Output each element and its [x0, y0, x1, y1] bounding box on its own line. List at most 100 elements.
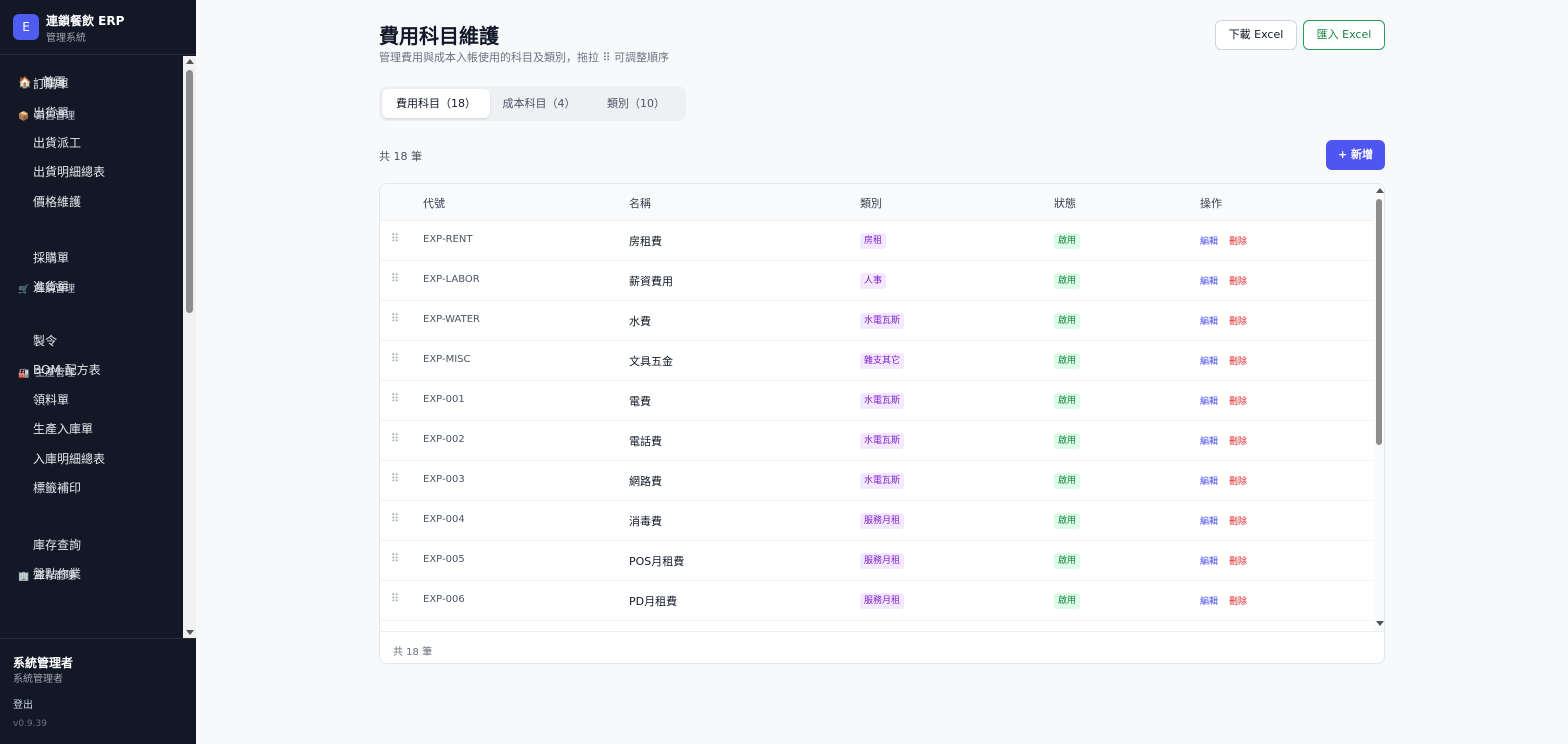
drag-handle-icon[interactable]: ⠿ [391, 352, 399, 365]
table-body: ⠿ EXP-RENT 房租費 房租 啟用 編輯 刪除 ⠿ EXP-LABOR 薪資費用 人事 啟用 編輯… [380, 221, 1374, 631]
sidebar-item[interactable]: 生產入庫單 [33, 420, 93, 437]
sidebar-item[interactable]: 盤點作業 [33, 565, 81, 582]
status-badge: 啟用 [1054, 433, 1081, 449]
table-row[interactable]: ⠿ EXP-WATER 水費 水電瓦斯 啟用 編輯 刪除 [380, 301, 1374, 341]
table-scrollbar[interactable] [1374, 184, 1384, 631]
scroll-up-arrow-icon[interactable] [186, 59, 194, 64]
edit-link[interactable]: 編輯 [1200, 434, 1218, 447]
sidebar-item[interactable]: 入庫明細總表 [33, 450, 105, 467]
edit-link[interactable]: 編輯 [1200, 314, 1218, 327]
table-row[interactable]: ⠿ EXP-MISC 文具五金 雜支其它 啟用 編輯 刪除 [380, 341, 1374, 381]
table-scroll-thumb[interactable] [1376, 199, 1382, 445]
delete-link[interactable]: 刪除 [1229, 354, 1247, 367]
status-badge: 啟用 [1054, 273, 1081, 289]
row-code: EXP-WATER [423, 314, 480, 325]
status-badge: 啟用 [1054, 473, 1081, 489]
sidebar-item[interactable]: 出貨派工 [33, 134, 81, 151]
sidebar: E 連鎖餐飲 ERP 管理系統 🏠 首頁 📦 銷售管理 訂購單 出貨單 出貨派工 出貨明細總… [0, 0, 196, 744]
status-badge: 啟用 [1054, 513, 1081, 529]
sidebar-item[interactable]: 價格維護 [33, 193, 81, 210]
drag-handle-icon[interactable]: ⠿ [391, 392, 399, 405]
sidebar-item[interactable]: 採購單 [33, 249, 69, 266]
row-name: 電話費 [629, 435, 662, 448]
delete-link[interactable]: 刪除 [1229, 474, 1247, 487]
category-badge: 水電瓦斯 [860, 433, 905, 449]
drag-handle-icon[interactable]: ⠿ [391, 232, 399, 245]
download-excel-button[interactable]: 下載 Excel [1215, 20, 1297, 50]
sidebar-item[interactable]: 標籤補印 [33, 479, 81, 496]
category-badge: 房租 [860, 233, 887, 249]
tab-bar: 費用科目（18） 成本科目（4） 類別（10） [379, 86, 686, 121]
sidebar-item[interactable]: 訂購單 [33, 75, 69, 92]
drag-handle-icon[interactable]: ⠿ [391, 312, 399, 325]
category-badge: 雜支其它 [860, 353, 905, 369]
table-row[interactable]: ⠿ EXP-003 網路費 水電瓦斯 啟用 編輯 刪除 [380, 461, 1374, 501]
edit-link[interactable]: 編輯 [1200, 274, 1218, 287]
drag-handle-icon[interactable]: ⠿ [391, 512, 399, 525]
delete-link[interactable]: 刪除 [1229, 314, 1247, 327]
edit-link[interactable]: 編輯 [1200, 554, 1218, 567]
sidebar-item[interactable]: BOM 配方表 [33, 361, 101, 378]
column-header-category[interactable]: 類別 [860, 195, 882, 211]
table-row[interactable]: ⠿ EXP-005 POS月租費 服務月租 啟用 編輯 刪除 [380, 541, 1374, 581]
table-row[interactable]: ⠿ EXP-006 PD月租費 服務月租 啟用 編輯 刪除 [380, 581, 1374, 621]
table-row[interactable]: ⠿ EXP-002 電話費 水電瓦斯 啟用 編輯 刪除 [380, 421, 1374, 461]
row-code: EXP-001 [423, 394, 465, 405]
sidebar-scrollbar[interactable] [183, 56, 196, 638]
status-badge: 啟用 [1054, 233, 1081, 249]
row-name: 文具五金 [629, 355, 673, 368]
edit-link[interactable]: 編輯 [1200, 354, 1218, 367]
scroll-down-arrow-icon[interactable] [186, 630, 194, 635]
table-row[interactable]: ⠿ EXP-LABOR 薪資費用 人事 啟用 編輯 刪除 [380, 261, 1374, 301]
status-badge: 啟用 [1054, 393, 1081, 409]
drag-handle-icon[interactable]: ⠿ [391, 272, 399, 285]
delete-link[interactable]: 刪除 [1229, 394, 1247, 407]
tab-cost-accounts[interactable]: 成本科目（4） [491, 89, 587, 118]
edit-link[interactable]: 編輯 [1200, 514, 1218, 527]
column-header-actions: 操作 [1200, 197, 1222, 210]
sidebar-item[interactable]: 出貨明細總表 [33, 163, 105, 180]
column-header-name[interactable]: 名稱 [629, 195, 651, 211]
row-code: EXP-RENT [423, 234, 473, 245]
delete-link[interactable]: 刪除 [1229, 434, 1247, 447]
add-button[interactable]: + 新增 [1326, 140, 1385, 170]
table-header: 代號 名稱 類別 狀態 操作 [380, 184, 1374, 221]
sidebar-item[interactable]: 進貨單 [33, 278, 69, 295]
scroll-up-arrow-icon[interactable] [1376, 188, 1384, 193]
delete-link[interactable]: 刪除 [1229, 234, 1247, 247]
edit-link[interactable]: 編輯 [1200, 394, 1218, 407]
row-name: 水費 [629, 315, 651, 328]
table-row[interactable]: ⠿ EXP-004 消毒費 服務月租 啟用 編輯 刪除 [380, 501, 1374, 541]
sidebar-item[interactable]: 領料單 [33, 391, 69, 408]
drag-handle-icon[interactable]: ⠿ [391, 592, 399, 605]
sidebar-item[interactable]: 庫存查詢 [33, 536, 81, 553]
tab-categories[interactable]: 類別（10） [589, 89, 683, 118]
table-row[interactable]: ⠿ EXP-RENT 房租費 房租 啟用 編輯 刪除 [380, 221, 1374, 261]
delete-link[interactable]: 刪除 [1229, 594, 1247, 607]
table-row[interactable]: ⠿ EXP-001 電費 水電瓦斯 啟用 編輯 刪除 [380, 381, 1374, 421]
sidebar-item[interactable]: 出貨單 [33, 104, 69, 121]
drag-handle-icon[interactable]: ⠿ [391, 552, 399, 565]
delete-link[interactable]: 刪除 [1229, 514, 1247, 527]
edit-link[interactable]: 編輯 [1200, 594, 1218, 607]
edit-link[interactable]: 編輯 [1200, 234, 1218, 247]
import-excel-button[interactable]: 匯入 Excel [1303, 20, 1385, 50]
scroll-down-arrow-icon[interactable] [1376, 621, 1384, 626]
edit-link[interactable]: 編輯 [1200, 474, 1218, 487]
row-code: EXP-006 [423, 594, 465, 605]
drag-handle-icon[interactable]: ⠿ [391, 472, 399, 485]
sidebar-scroll-thumb[interactable] [186, 70, 193, 313]
logout-link[interactable]: 登出 [13, 696, 33, 711]
column-header-code[interactable]: 代號 [423, 195, 445, 211]
row-name: 消毒費 [629, 515, 662, 528]
delete-link[interactable]: 刪除 [1229, 554, 1247, 567]
drag-handle-icon[interactable]: ⠿ [391, 432, 399, 445]
house-icon: 🏠 [18, 76, 32, 89]
category-badge: 水電瓦斯 [860, 393, 905, 409]
sidebar-item[interactable]: 製令 [33, 332, 57, 349]
tab-expense-accounts[interactable]: 費用科目（18） [382, 89, 490, 118]
category-badge: 服務月租 [860, 553, 905, 569]
table-row[interactable]: ⠿EXP-007 [380, 621, 1374, 631]
delete-link[interactable]: 刪除 [1229, 274, 1247, 287]
column-header-status[interactable]: 狀態 [1054, 195, 1076, 211]
